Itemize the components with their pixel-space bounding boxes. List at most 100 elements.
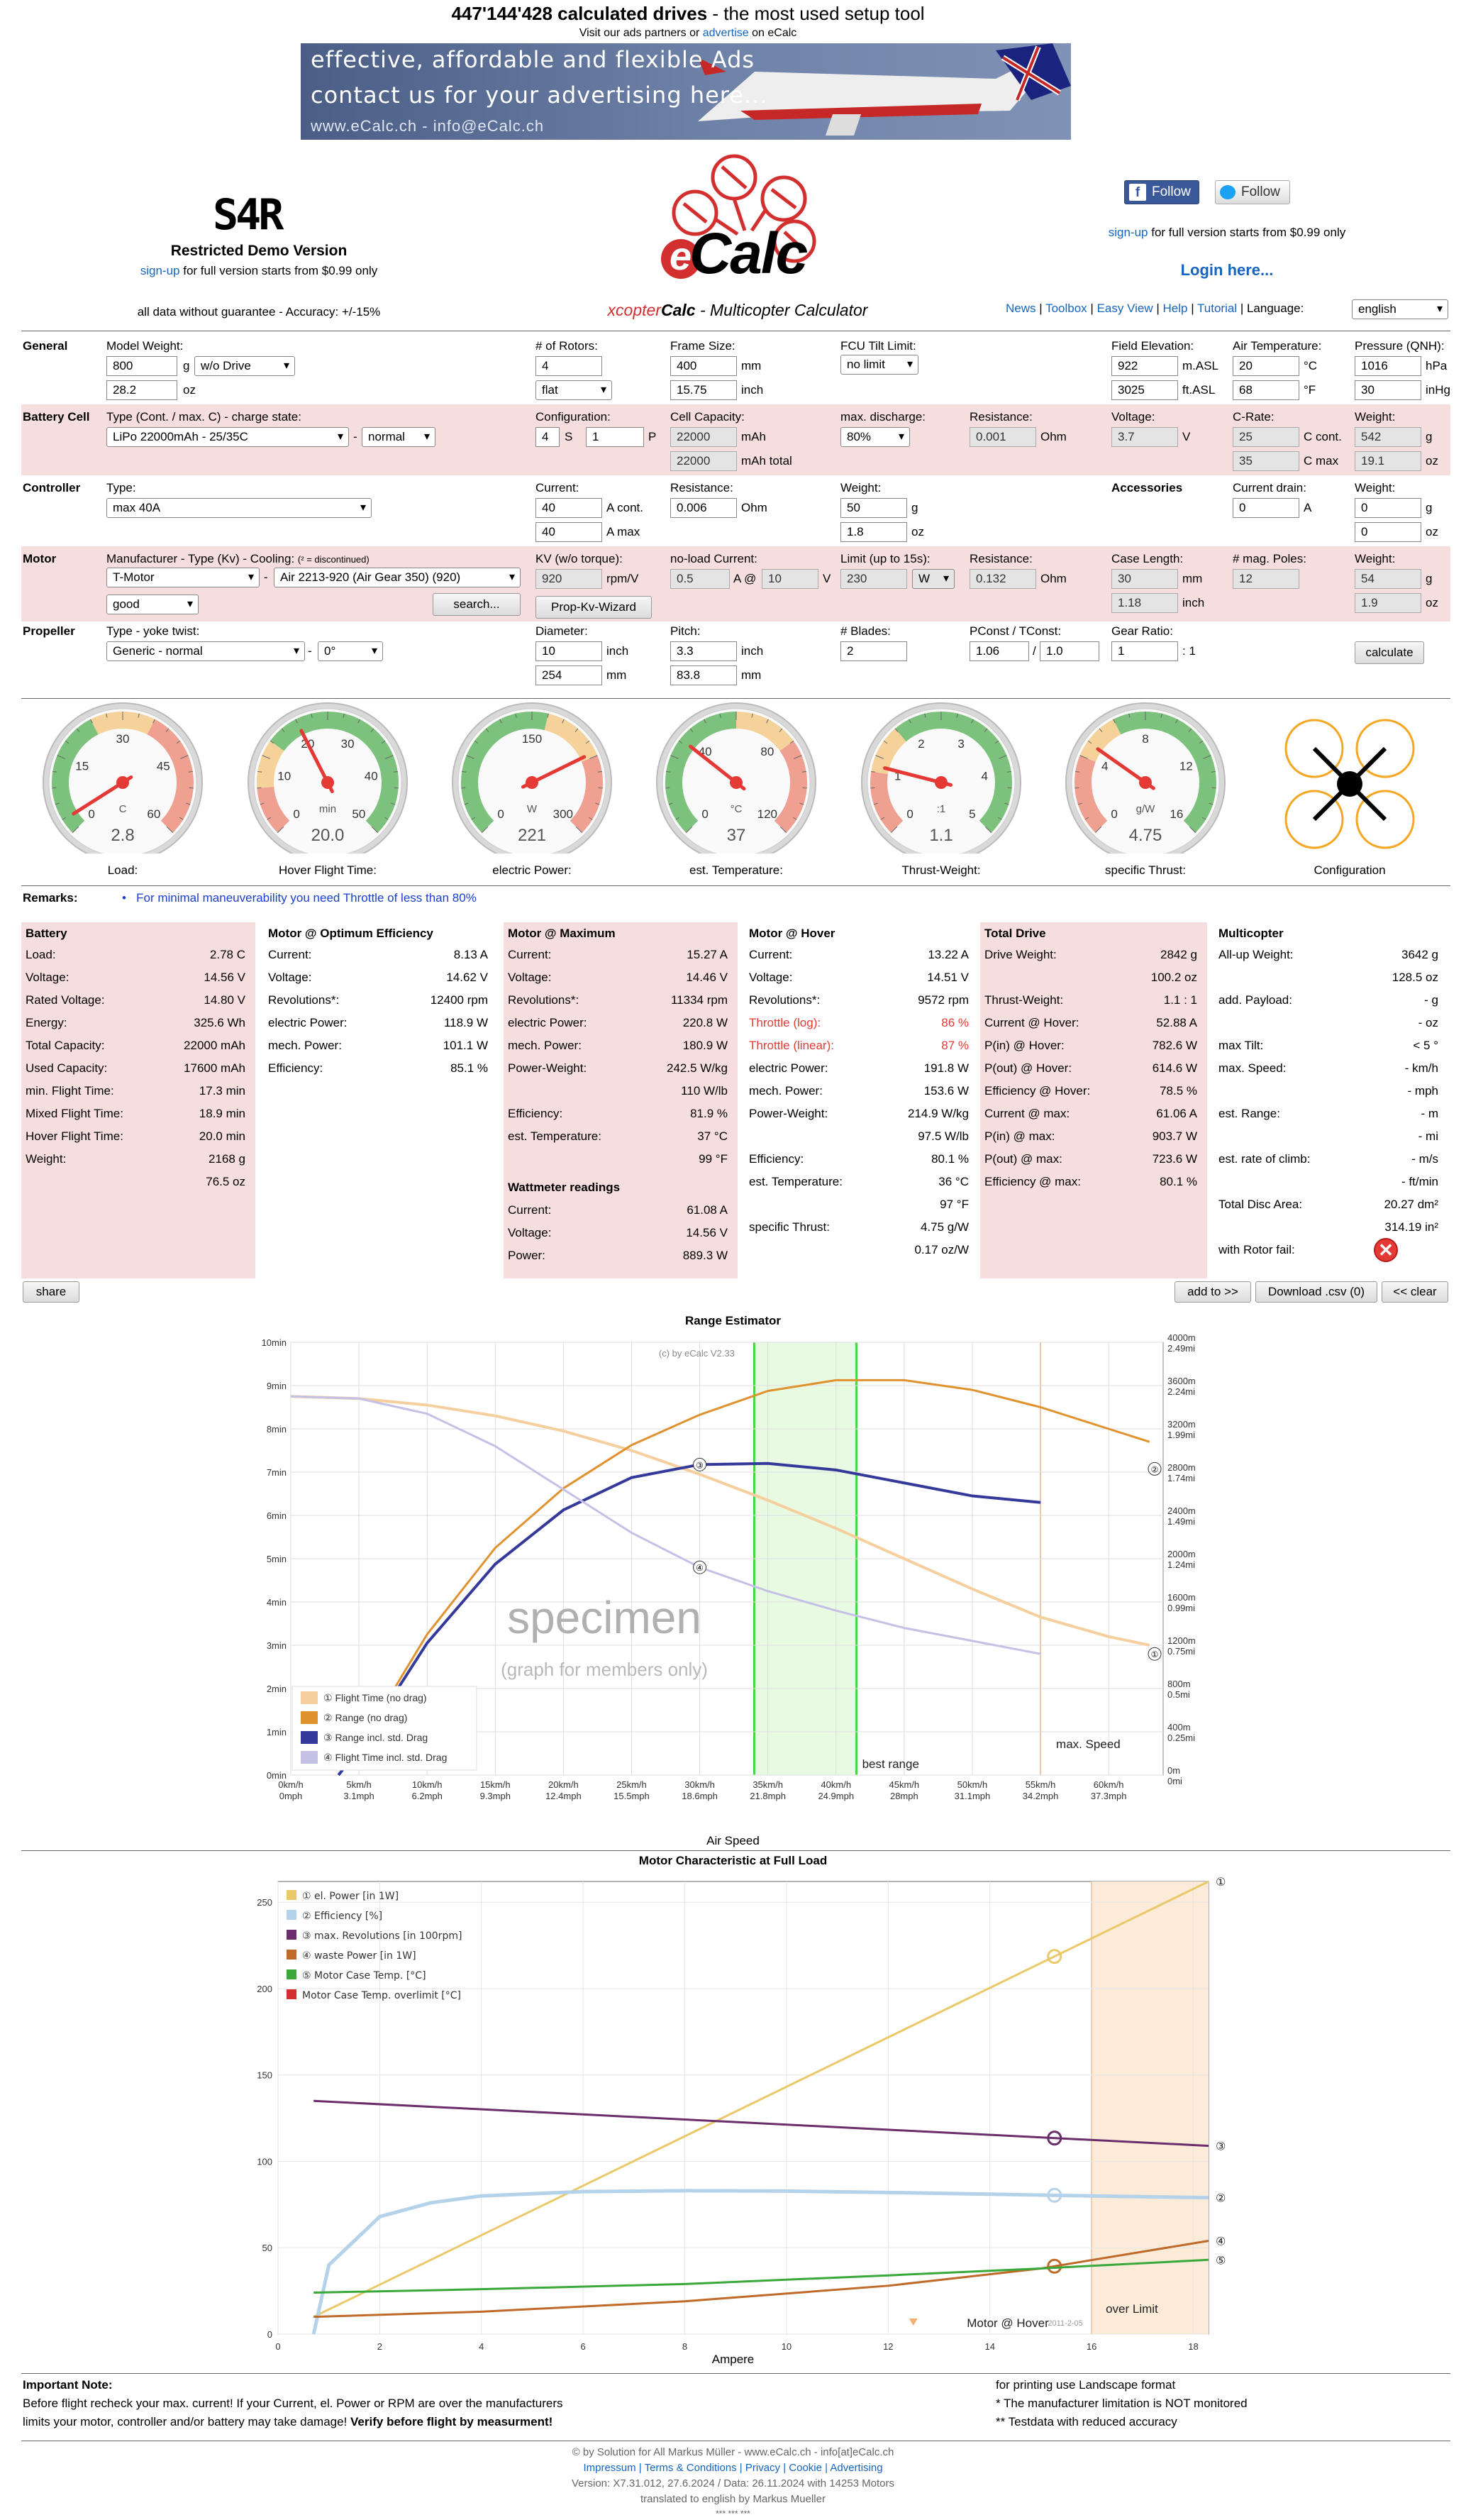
no-load-current-input[interactable]: 0.5	[670, 569, 730, 589]
battery-type-select[interactable]: LiPo 22000mAh - 25/35C	[106, 427, 349, 447]
accessory-weight-g-input[interactable]: 0	[1355, 498, 1421, 518]
result-row: Voltage: 14.46 V	[504, 971, 738, 993]
controller-type-select[interactable]: max 40A	[106, 498, 372, 518]
frame-mm-input[interactable]: 400	[670, 356, 737, 376]
pitch-inch-input[interactable]: 3.3	[670, 641, 737, 661]
clear-button[interactable]: << clear	[1382, 1281, 1448, 1303]
drive-select[interactable]: w/o Drive	[194, 356, 295, 376]
gear-ratio-input[interactable]: 1	[1111, 641, 1178, 661]
battery-weight-g-input[interactable]: 542	[1355, 427, 1421, 447]
battery-weight-oz-input[interactable]: 19.1	[1355, 451, 1421, 471]
result-value: 220.8 W	[682, 1016, 728, 1029]
pitch-mm-input[interactable]: 83.8	[670, 665, 737, 685]
motor-limit-input[interactable]: 230	[840, 569, 907, 589]
motor-weight-g-input[interactable]: 54	[1355, 569, 1421, 589]
pconst-input[interactable]: 1.06	[970, 641, 1029, 661]
max-discharge-select[interactable]: 80%	[840, 427, 910, 447]
motor-model-select[interactable]: Air 2213-920 (Air Gear 350) (920)	[274, 568, 521, 587]
mag-poles-input[interactable]: 12	[1233, 569, 1299, 589]
cell-capacity-input[interactable]: 22000	[670, 427, 737, 447]
controller-weight-oz-input[interactable]: 1.8	[840, 522, 907, 542]
current-drain-input[interactable]: 0	[1233, 498, 1299, 518]
result-label: Current:	[749, 948, 793, 961]
login-link[interactable]: Login here...	[1064, 261, 1390, 280]
air-temp-f-input[interactable]: 68	[1233, 380, 1299, 400]
motor-weight-oz-input[interactable]: 1.9	[1355, 593, 1421, 613]
signup-link[interactable]: sign-up	[140, 264, 180, 277]
result-row: est. Range: - m	[1214, 1107, 1448, 1129]
calculate-button[interactable]: calculate	[1355, 641, 1424, 664]
ecalc-logo[interactable]: e Calc	[653, 153, 823, 294]
footer-links[interactable]: Impressum | Terms & Conditions | Privacy…	[0, 2462, 1466, 2474]
language-select[interactable]: english	[1352, 299, 1448, 319]
controller-current-max-input[interactable]: 40	[535, 522, 602, 542]
download-csv-button[interactable]: Download .csv (0)	[1255, 1281, 1377, 1303]
nav-help[interactable]: Help	[1163, 302, 1188, 315]
note-right-1: for printing use Landscape format	[996, 2378, 1176, 2392]
gauge-hub	[730, 776, 743, 789]
tconst-input[interactable]: 1.0	[1040, 641, 1099, 661]
prop-type-label: Type - yoke twist:	[106, 624, 200, 638]
result-row: Total Disc Area: 20.27 dm²	[1214, 1198, 1448, 1220]
model-weight-g-input[interactable]: 800	[106, 356, 177, 376]
battery-voltage-input[interactable]: 3.7	[1111, 427, 1178, 447]
motor-search-button[interactable]: search...	[433, 593, 521, 616]
nav-easy-view[interactable]: Easy View	[1097, 302, 1153, 315]
air-temp-c-input[interactable]: 20	[1233, 356, 1299, 376]
y-tick-mi: 1.99mi	[1167, 1430, 1195, 1440]
c-rate-cont-input[interactable]: 25	[1233, 427, 1299, 447]
facebook-follow-button[interactable]: f Follow	[1124, 180, 1199, 204]
pressure-inhg-input[interactable]: 30	[1355, 380, 1421, 400]
blades-input[interactable]: 2	[840, 641, 907, 661]
diameter-mm-input[interactable]: 254	[535, 665, 602, 685]
frame-inch-input[interactable]: 15.75	[670, 380, 737, 400]
battery-resistance-input[interactable]: 0.001	[970, 427, 1036, 447]
y-tick-min: 10min	[262, 1337, 287, 1348]
accessory-weight-oz-input[interactable]: 0	[1355, 522, 1421, 542]
y-tick-m: 3200m	[1167, 1419, 1196, 1430]
elevation-m-input[interactable]: 922	[1111, 356, 1178, 376]
rotor-config-select[interactable]: flat	[535, 380, 612, 400]
cells-parallel-input[interactable]: 1	[586, 427, 644, 447]
motor-limit-unit-select[interactable]: W	[912, 569, 955, 589]
result-row: Throttle (linear): 87 %	[745, 1039, 979, 1061]
motor-manufacturer-select[interactable]: T-Motor	[106, 568, 260, 587]
add-to-button[interactable]: add to >>	[1175, 1281, 1251, 1303]
gauge-label: Load:	[107, 863, 138, 877]
c-rate-max-input[interactable]: 35	[1233, 451, 1299, 471]
case-length-mm-input[interactable]: 30	[1111, 569, 1178, 589]
no-load-voltage-input[interactable]: 10	[762, 569, 818, 589]
yoke-twist-select[interactable]: 0°	[318, 641, 383, 661]
fcu-tilt-select[interactable]: no limit	[840, 355, 918, 375]
fcu-tilt-label: FCU Tilt Limit:	[840, 339, 916, 353]
twitter-follow-button[interactable]: Follow	[1215, 180, 1290, 204]
case-length-inch-input[interactable]: 1.18	[1111, 593, 1178, 613]
ad-banner[interactable]: effective, affordable and flexible Ads c…	[301, 43, 1071, 140]
total-capacity-input[interactable]: 22000	[670, 451, 737, 471]
controller-weight-g-input[interactable]: 50	[840, 498, 907, 518]
prop-kv-wizard-button[interactable]: Prop-Kv-Wizard	[535, 596, 652, 619]
nav-news[interactable]: News	[1006, 302, 1036, 315]
controller-resistance-input[interactable]: 0.006	[670, 498, 737, 518]
rotors-input[interactable]: 4	[535, 356, 602, 376]
signup-link-right[interactable]: sign-up	[1109, 226, 1148, 239]
share-button[interactable]: share	[23, 1281, 79, 1303]
nav-toolbox[interactable]: Toolbox	[1045, 302, 1087, 315]
kv-input[interactable]: 920	[535, 569, 602, 589]
result-row: Power-Weight: 214.9 W/kg	[745, 1107, 979, 1129]
elevation-ft-input[interactable]: 3025	[1111, 380, 1178, 400]
x-tick-kmh: 5km/h	[346, 1779, 371, 1790]
model-weight-oz-input[interactable]: 28.2	[106, 380, 177, 400]
advertise-link[interactable]: advertise	[703, 27, 749, 39]
motor-cooling-select[interactable]: good	[106, 595, 199, 614]
cells-serial-input[interactable]: 4	[535, 427, 560, 447]
diameter-inch-input[interactable]: 10	[535, 641, 602, 661]
pressure-hpa-input[interactable]: 1016	[1355, 356, 1421, 376]
controller-current-cont-input[interactable]: 40	[535, 498, 602, 518]
motor-resistance-input[interactable]: 0.132	[970, 569, 1036, 589]
prop-type-select[interactable]: Generic - normal	[106, 641, 305, 661]
charge-state-select[interactable]: normal	[362, 427, 435, 447]
controller-weight-label: Weight:	[840, 481, 882, 494]
unit-inhg: inHg	[1426, 383, 1450, 397]
nav-tutorial[interactable]: Tutorial	[1197, 302, 1237, 315]
